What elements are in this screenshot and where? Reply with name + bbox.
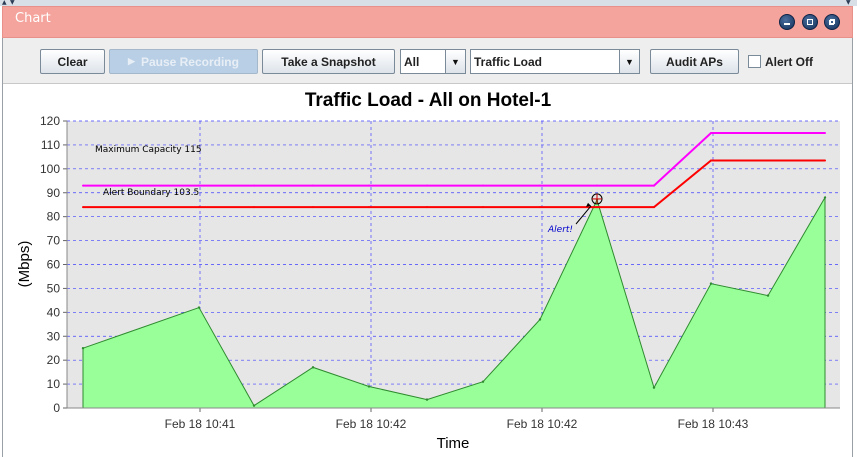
threshold-point (710, 159, 712, 162)
crosshair-marker (591, 193, 603, 205)
threshold-point (596, 206, 598, 209)
traffic-load-chart: Traffic Load - All on Hotel-1 Maximum Ca… (16, 90, 840, 452)
alert-off-label: Alert Off (765, 55, 813, 69)
pause-recording-button[interactable]: ▶ Pause Recording (109, 49, 258, 74)
threshold-label: Maximum Capacity 115 (95, 145, 202, 155)
data-point (481, 380, 485, 383)
x-tick-label: Feb 18 10:42 (507, 417, 578, 431)
pause-recording-label: Pause Recording (140, 54, 239, 69)
window-titlebar: Chart (2, 6, 853, 38)
maximize-button[interactable] (802, 14, 818, 30)
threshold-point (653, 184, 655, 187)
clear-label: Clear (57, 54, 88, 69)
threshold-point (426, 206, 428, 209)
chevron-down-icon[interactable]: ▼ (445, 50, 465, 73)
restore-button[interactable] (824, 14, 840, 30)
threshold-point (767, 159, 769, 162)
data-point (538, 318, 542, 321)
x-tick-label: Feb 18 10:41 (165, 417, 236, 431)
y-tick-label: 90 (47, 186, 61, 200)
audit-aps-label: Audit APs (666, 54, 723, 69)
y-tick-label: 50 (47, 281, 61, 295)
y-tick-label: 100 (40, 162, 60, 176)
audit-aps-button[interactable]: Audit APs (650, 49, 739, 74)
y-tick-label: 20 (47, 353, 61, 367)
toolbar: Clear ▶ Pause Recording Take a Snapshot A… (3, 38, 852, 84)
threshold-point (824, 159, 826, 162)
threshold-point (767, 131, 769, 134)
alert-label: Alert! (547, 225, 573, 235)
threshold-point (82, 184, 84, 187)
threshold-point (539, 184, 541, 187)
y-tick-label: 80 (47, 210, 61, 224)
threshold-label: Alert Boundary 103.5 (103, 188, 199, 198)
x-tick-label: Feb 18 10:42 (336, 417, 407, 431)
threshold-point (198, 184, 200, 187)
x-tick-label: Feb 18 10:43 (678, 417, 749, 431)
y-tick-label: 40 (47, 305, 61, 319)
chevron-down-icon[interactable]: ▼ (619, 50, 639, 73)
threshold-point (710, 131, 712, 134)
data-point (652, 386, 656, 389)
data-point (823, 196, 827, 199)
data-point (81, 347, 85, 350)
threshold-point (482, 206, 484, 209)
y-tick-label: 60 (47, 258, 61, 272)
threshold-point (253, 184, 255, 187)
data-point (709, 282, 713, 285)
y-tick-label: 0 (53, 401, 60, 415)
clear-button[interactable]: Clear (40, 49, 105, 74)
threshold-point (82, 206, 84, 209)
threshold-point (312, 206, 314, 209)
y-axis-label: (Mbps) (16, 241, 33, 288)
y-tick-label: 120 (40, 114, 60, 128)
alert-off-checkbox[interactable] (748, 55, 761, 68)
threshold-point (312, 184, 314, 187)
data-point (252, 404, 256, 407)
threshold-point (653, 206, 655, 209)
scope-select[interactable]: All ▼ (400, 49, 466, 74)
play-icon: ▶ (128, 56, 135, 66)
data-point (311, 366, 315, 369)
threshold-point (253, 206, 255, 209)
metric-value: Traffic Load (474, 55, 543, 69)
maximize-icon (807, 19, 813, 25)
restore-icon (829, 19, 835, 25)
take-snapshot-label: Take a Snapshot (281, 54, 376, 69)
y-tick-label: 10 (47, 377, 61, 391)
chart-title: Traffic Load - All on Hotel-1 (305, 90, 552, 111)
y-tick-label: 30 (47, 329, 61, 343)
threshold-point (426, 184, 428, 187)
minimize-icon (784, 23, 790, 25)
y-tick-label: 70 (47, 234, 61, 248)
threshold-point (482, 184, 484, 187)
window-title: Chart (15, 11, 51, 26)
threshold-point (596, 184, 598, 187)
data-point (766, 294, 770, 297)
data-point (425, 398, 429, 401)
threshold-point (368, 184, 370, 187)
metric-select[interactable]: Traffic Load ▼ (470, 49, 640, 74)
minimize-button[interactable] (779, 14, 795, 30)
threshold-point (539, 206, 541, 209)
data-point (197, 306, 201, 309)
data-point (367, 385, 371, 388)
scope-value: All (404, 55, 420, 69)
threshold-point (368, 206, 370, 209)
threshold-point (198, 206, 200, 209)
threshold-point (824, 131, 826, 134)
y-tick-label: 110 (41, 138, 60, 152)
x-axis-label: Time (437, 435, 470, 452)
take-snapshot-button[interactable]: Take a Snapshot (262, 49, 395, 74)
